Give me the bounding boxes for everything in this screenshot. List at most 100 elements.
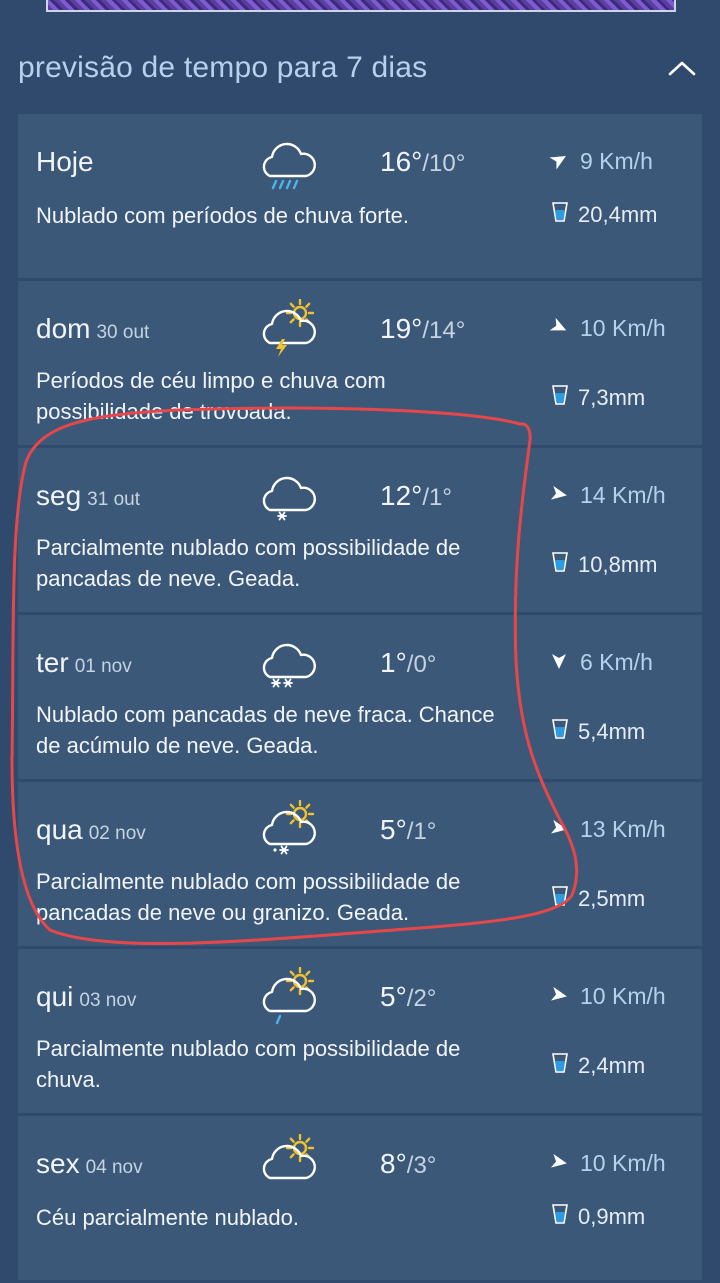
precipitation: 0,9mm xyxy=(552,1204,645,1230)
precipitation: 7,3mm xyxy=(552,385,645,411)
wind-speed: 13 Km/h xyxy=(580,816,666,842)
day-name: Hoje xyxy=(36,146,94,177)
precipitation-amount: 10,8mm xyxy=(578,552,658,577)
rain-cup-icon xyxy=(552,1204,578,1230)
rain-cup-icon xyxy=(552,886,578,912)
sun-cloud-snow-icon xyxy=(256,799,318,858)
weather-description: Parcialmente nublado com possibilidade d… xyxy=(36,535,461,591)
precipitation: 20,4mm xyxy=(552,202,657,228)
weather-description: Nublado com pancadas de neve fraca. Chan… xyxy=(36,702,495,758)
day-date: 31 out xyxy=(87,489,140,510)
forecast-row[interactable]: sex 04 nov 8°/3° 10 Km/h Céu parcialmente nu… xyxy=(18,1116,702,1280)
rain-cup-icon xyxy=(552,719,578,745)
wind-speed: 10 Km/h xyxy=(580,983,666,1009)
temp-min: 2° xyxy=(413,985,437,1012)
precipitation-amount: 2,4mm xyxy=(578,1053,646,1078)
day-name: qui xyxy=(36,981,74,1012)
wind: 9 Km/h xyxy=(549,148,653,175)
day-label: sex 04 nov xyxy=(36,1148,143,1180)
wind-direction-icon xyxy=(550,1150,580,1177)
forecast-row[interactable]: seg 31 out 12°/1° 14 Km/h Parcialmente nubla… xyxy=(18,448,702,612)
forecast-section-header[interactable]: previsão de tempo para 7 dias xyxy=(18,40,702,96)
sun-cloud-icon xyxy=(256,1133,318,1192)
chevron-up-icon[interactable] xyxy=(662,48,702,88)
forecast-row[interactable]: qua 02 nov 5°/1° 13 Km/h Parcialmente nublad… xyxy=(18,782,702,946)
temperature: 5°/2° xyxy=(380,981,437,1012)
day-date: 30 out xyxy=(96,322,150,343)
temp-max: 19° xyxy=(380,313,423,344)
precipitation: 2,5mm xyxy=(552,886,645,912)
temp-min: 14° xyxy=(429,317,466,344)
temp-max: 8° xyxy=(380,1148,407,1179)
temp-max: 5° xyxy=(380,814,407,845)
wind-speed: 14 Km/h xyxy=(580,482,666,508)
wind-direction-icon xyxy=(550,983,580,1010)
precipitation-amount: 20,4mm xyxy=(578,202,658,227)
day-name: seg xyxy=(36,480,82,511)
temp-min: 3° xyxy=(413,1152,437,1179)
day-label: ter 01 nov xyxy=(36,647,132,679)
temperature: 8°/3° xyxy=(380,1148,437,1179)
day-label: qui 03 nov xyxy=(36,981,136,1013)
rain-cup-icon xyxy=(552,202,578,228)
wind-direction-icon xyxy=(549,315,580,342)
weather-description: Céu parcialmente nublado. xyxy=(36,1205,299,1230)
day-date: 01 nov xyxy=(74,656,132,677)
wind: 13 Km/h xyxy=(550,816,666,843)
wind: 10 Km/h xyxy=(550,1150,666,1177)
weather-description: Parcialmente nublado com possibilidade d… xyxy=(36,869,461,925)
cloud-heavy-snow-icon xyxy=(256,633,318,691)
sun-cloud-rain-icon xyxy=(256,966,318,1025)
precipitation-amount: 0,9mm xyxy=(578,1204,646,1229)
weather-description: Nublado com períodos de chuva forte. xyxy=(36,203,410,228)
weather-description: Períodos de céu limpo e chuva com possib… xyxy=(36,368,386,424)
wind: 10 Km/h xyxy=(550,983,666,1010)
day-label: Hoje xyxy=(36,146,100,178)
forecast-row[interactable]: ter 01 nov 1°/0° 6 Km/h Nublado com pancadas… xyxy=(18,615,702,779)
temp-min: 1° xyxy=(413,818,437,845)
wind-speed: 10 Km/h xyxy=(580,315,666,341)
wind-direction-icon xyxy=(550,816,580,843)
precipitation: 10,8mm xyxy=(552,552,657,578)
day-date: 04 nov xyxy=(85,1157,143,1178)
day-date: 02 nov xyxy=(88,823,146,844)
sun-cloud-thunder-icon xyxy=(256,298,318,357)
temp-min: 10° xyxy=(429,150,466,177)
temp-max: 16° xyxy=(380,146,423,177)
wind: 10 Km/h xyxy=(549,315,666,342)
wind-direction-icon xyxy=(550,649,580,676)
temperature: 19°/14° xyxy=(380,313,466,344)
temperature: 5°/1° xyxy=(380,814,437,845)
precipitation-amount: 5,4mm xyxy=(578,719,646,744)
forecast-row[interactable]: Hoje 16°/10° 9 Km/h Nublado com períodos de… xyxy=(18,114,702,278)
day-name: ter xyxy=(36,647,69,678)
wind-direction-icon xyxy=(549,148,580,175)
day-name: sex xyxy=(36,1148,80,1179)
temp-max: 1° xyxy=(380,647,407,678)
wind: 6 Km/h xyxy=(550,649,653,676)
precipitation-amount: 7,3mm xyxy=(578,385,646,410)
forecast-list: Hoje 16°/10° 9 Km/h Nublado com períodos de… xyxy=(18,114,702,1283)
day-label: dom 30 out xyxy=(36,313,149,345)
wind-direction-icon xyxy=(550,482,580,509)
wind-speed: 9 Km/h xyxy=(580,148,653,174)
temperature: 16°/10° xyxy=(380,146,466,177)
rain-cup-icon xyxy=(552,1053,578,1079)
day-name: qua xyxy=(36,814,83,845)
precipitation: 2,4mm xyxy=(552,1053,645,1079)
cloud-snow-icon xyxy=(256,466,318,524)
wind-speed: 6 Km/h xyxy=(580,649,653,675)
temp-max: 5° xyxy=(380,981,407,1012)
temperature: 12°/1° xyxy=(380,480,452,511)
forecast-row[interactable]: qui 03 nov 5°/2° 10 Km/h Parcialmente nublad… xyxy=(18,949,702,1113)
cloud-heavy-rain-icon xyxy=(256,132,318,190)
rain-cup-icon xyxy=(552,385,578,411)
rain-cup-icon xyxy=(552,552,578,578)
day-label: seg 31 out xyxy=(36,480,140,512)
precipitation: 5,4mm xyxy=(552,719,645,745)
wind: 14 Km/h xyxy=(550,482,666,509)
temp-min: 0° xyxy=(413,651,437,678)
forecast-row[interactable]: dom 30 out 19°/14° 10 Km/h Períodos de céu l… xyxy=(18,281,702,445)
weather-description: Parcialmente nublado com possibilidade d… xyxy=(36,1036,461,1092)
section-title: previsão de tempo para 7 dias xyxy=(18,51,428,84)
